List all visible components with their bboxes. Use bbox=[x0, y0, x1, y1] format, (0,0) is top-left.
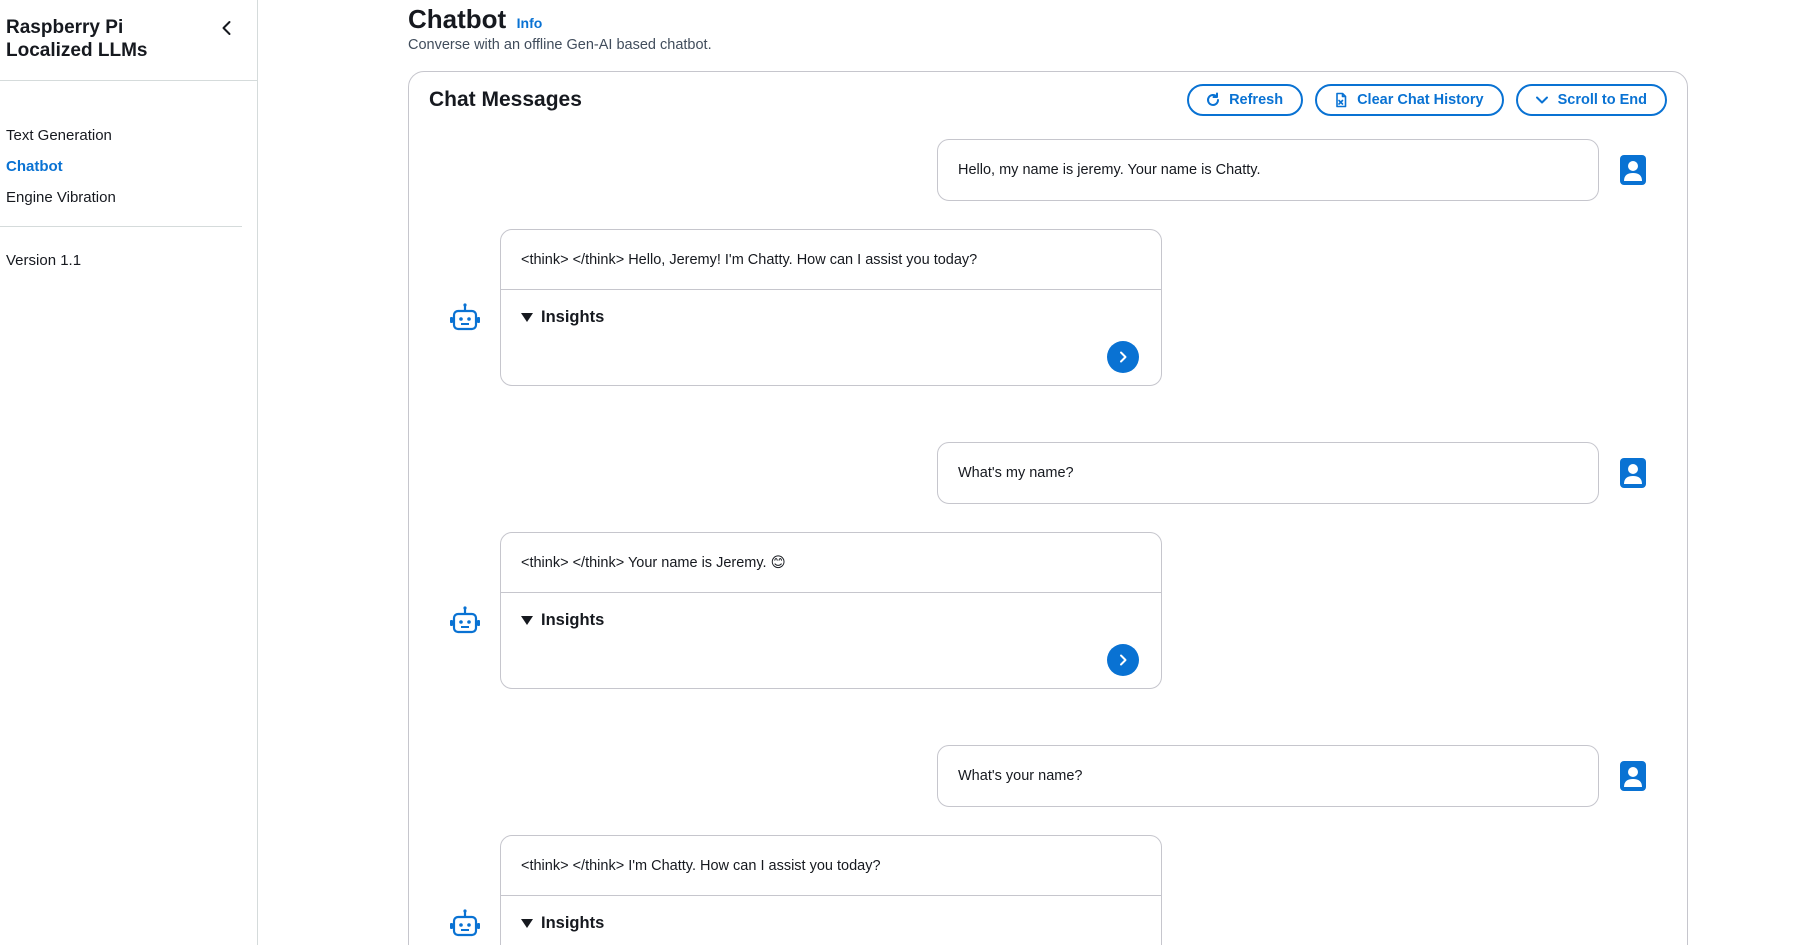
user-message-text: What's my name? bbox=[958, 465, 1074, 481]
page-header: Chatbot Info bbox=[408, 4, 542, 35]
user-message: Hello, my name is jeremy. Your name is C… bbox=[937, 139, 1599, 201]
user-profile-icon bbox=[1620, 761, 1646, 791]
robot-icon bbox=[450, 303, 480, 331]
caret-down-icon bbox=[521, 919, 533, 928]
version-label: Version 1.1 bbox=[6, 252, 82, 269]
user-message-text: What's your name? bbox=[958, 768, 1083, 784]
insights-label: Insights bbox=[541, 308, 605, 326]
bot-message: <think> </think> Hello, Jeremy! I'm Chat… bbox=[500, 229, 1162, 386]
chat-container: Chat Messages Refresh Clear Chat History… bbox=[408, 71, 1688, 945]
insights-toggle[interactable]: Insights bbox=[521, 611, 604, 630]
user-message-text: Hello, my name is jeremy. Your name is C… bbox=[958, 162, 1261, 178]
robot-icon bbox=[450, 909, 480, 937]
insights-toggle[interactable]: Insights bbox=[521, 308, 604, 327]
clear-chat-history-button[interactable]: Clear Chat History bbox=[1315, 84, 1504, 116]
side-navigation: Raspberry Pi Localized LLMs Text Generat… bbox=[0, 0, 258, 945]
page-description: Converse with an offline Gen-AI based ch… bbox=[408, 37, 712, 53]
sidebar-divider bbox=[0, 226, 242, 227]
robot-icon bbox=[450, 606, 480, 634]
insights-label: Insights bbox=[541, 914, 605, 932]
bot-message: <think> </think> I'm Chatty. How can I a… bbox=[500, 835, 1162, 945]
insights-section: Insights bbox=[501, 896, 1161, 945]
user-profile-icon bbox=[1620, 155, 1646, 185]
sidebar-item-chatbot[interactable]: Chatbot bbox=[6, 151, 116, 182]
insights-toggle[interactable]: Insights bbox=[521, 914, 604, 933]
scroll-to-end-label: Scroll to End bbox=[1557, 92, 1647, 108]
app-title: Raspberry Pi Localized LLMs bbox=[6, 17, 148, 61]
refresh-label: Refresh bbox=[1229, 92, 1284, 108]
refresh-icon bbox=[1207, 92, 1220, 106]
refresh-button[interactable]: Refresh bbox=[1187, 84, 1304, 116]
clear-chat-history-label: Clear Chat History bbox=[1357, 92, 1484, 108]
insights-label: Insights bbox=[541, 611, 605, 629]
sidebar-header: Raspberry Pi Localized LLMs bbox=[6, 16, 236, 62]
chat-actions: Refresh Clear Chat History Scroll to End bbox=[1187, 84, 1667, 116]
chevron-right-icon bbox=[1120, 351, 1127, 363]
user-message: What's your name? bbox=[937, 745, 1599, 807]
insights-section: Insights bbox=[501, 593, 1161, 688]
user-profile-icon bbox=[1620, 458, 1646, 488]
user-message: What's my name? bbox=[937, 442, 1599, 504]
insights-next-button[interactable] bbox=[1107, 644, 1139, 676]
collapse-sidebar-button[interactable] bbox=[215, 16, 239, 40]
bot-message-text: <think> </think> I'm Chatty. How can I a… bbox=[501, 836, 1161, 896]
chat-messages-title: Chat Messages bbox=[429, 88, 582, 111]
caret-down-icon bbox=[521, 313, 533, 322]
file-clear-icon bbox=[1336, 92, 1347, 108]
insights-next-button[interactable] bbox=[1107, 341, 1139, 373]
bot-message-text: <think> </think> Hello, Jeremy! I'm Chat… bbox=[501, 230, 1161, 290]
chevron-right-icon bbox=[1120, 654, 1127, 666]
chevron-down-icon bbox=[1535, 96, 1548, 104]
page-title: Chatbot bbox=[408, 4, 507, 34]
info-link[interactable]: Info bbox=[517, 15, 543, 31]
sidebar-item-text-generation[interactable]: Text Generation bbox=[6, 120, 116, 151]
sidebar-item-engine-vibration[interactable]: Engine Vibration bbox=[6, 182, 116, 213]
insights-section: Insights bbox=[501, 290, 1161, 385]
chevron-left-icon bbox=[222, 21, 231, 35]
scroll-to-end-button[interactable]: Scroll to End bbox=[1515, 84, 1667, 116]
sidebar-divider bbox=[0, 80, 258, 81]
caret-down-icon bbox=[521, 616, 533, 625]
bot-message-text: <think> </think> Your name is Jeremy. 😊 bbox=[501, 533, 1161, 593]
bot-message: <think> </think> Your name is Jeremy. 😊 … bbox=[500, 532, 1162, 689]
sidebar-nav: Text Generation Chatbot Engine Vibration bbox=[6, 120, 116, 213]
